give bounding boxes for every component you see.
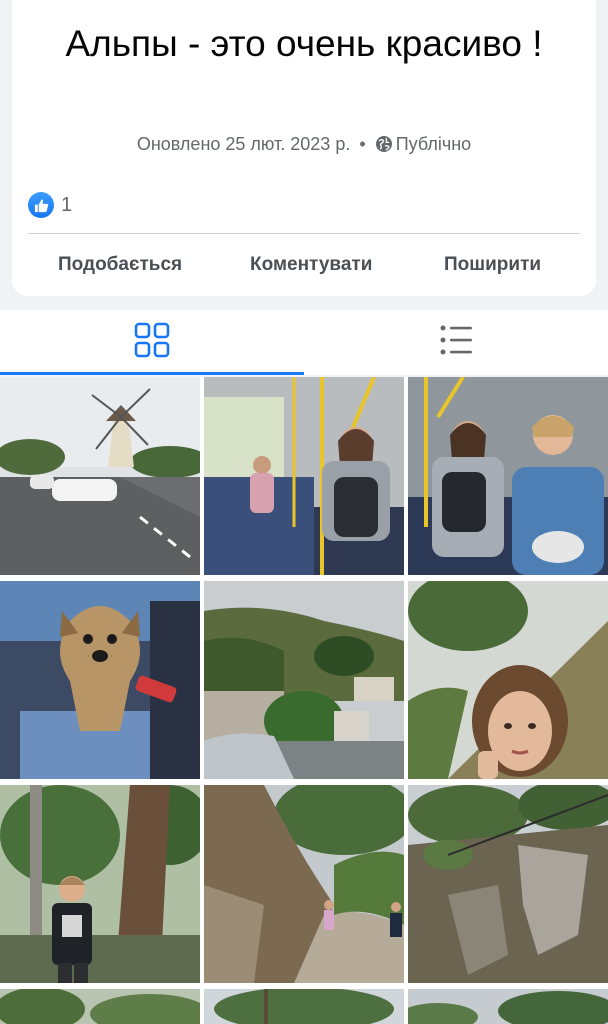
- comment-button[interactable]: Коментувати: [250, 250, 372, 280]
- photo-hillside-village-car[interactable]: [204, 581, 404, 779]
- like-button[interactable]: Подобається: [58, 250, 182, 280]
- globe-icon: [375, 135, 393, 153]
- post-meta: Оновлено 25 лют. 2023 р. • Публічно: [12, 134, 596, 155]
- photo-trees-partial-1[interactable]: [0, 989, 200, 1024]
- list-icon: [440, 324, 472, 361]
- photo-bus-interior-girls[interactable]: [204, 377, 404, 575]
- photo-bus-interior-women[interactable]: [408, 377, 608, 575]
- divider: [28, 233, 580, 234]
- active-tab-indicator: [0, 372, 304, 375]
- tab-grid-view[interactable]: [0, 310, 304, 375]
- photo-hiking-path-kids[interactable]: [204, 785, 404, 983]
- reactions-summary[interactable]: 1: [28, 192, 72, 218]
- privacy-label[interactable]: Публічно: [396, 134, 471, 154]
- photo-rocky-slope-pines[interactable]: [408, 785, 608, 983]
- photo-grid: [0, 377, 608, 1024]
- photo-trees-partial-2[interactable]: [204, 989, 404, 1024]
- meta-separator: •: [359, 134, 366, 154]
- post-actions: Подобається Коментувати Поширити: [12, 250, 596, 280]
- post-header-card: Альпы - это очень красиво ! Оновлено 25 …: [12, 0, 596, 296]
- like-reaction-icon: [28, 192, 54, 218]
- grid-icon: [134, 322, 170, 363]
- updated-date: Оновлено 25 лют. 2023 р.: [136, 134, 351, 154]
- share-button[interactable]: Поширити: [444, 250, 541, 280]
- reaction-count: 1: [61, 193, 73, 216]
- photo-yorkshire-terrier[interactable]: [0, 581, 200, 779]
- tab-list-view[interactable]: [304, 310, 608, 375]
- photo-boy-by-tree[interactable]: [0, 785, 200, 983]
- photo-selfie-woman-hillside[interactable]: [408, 581, 608, 779]
- view-tabs: [0, 310, 608, 375]
- album-title: Альпы - это очень красиво !: [65, 23, 543, 64]
- photo-windmill-street[interactable]: [0, 377, 200, 575]
- photo-trees-partial-3[interactable]: [408, 989, 608, 1024]
